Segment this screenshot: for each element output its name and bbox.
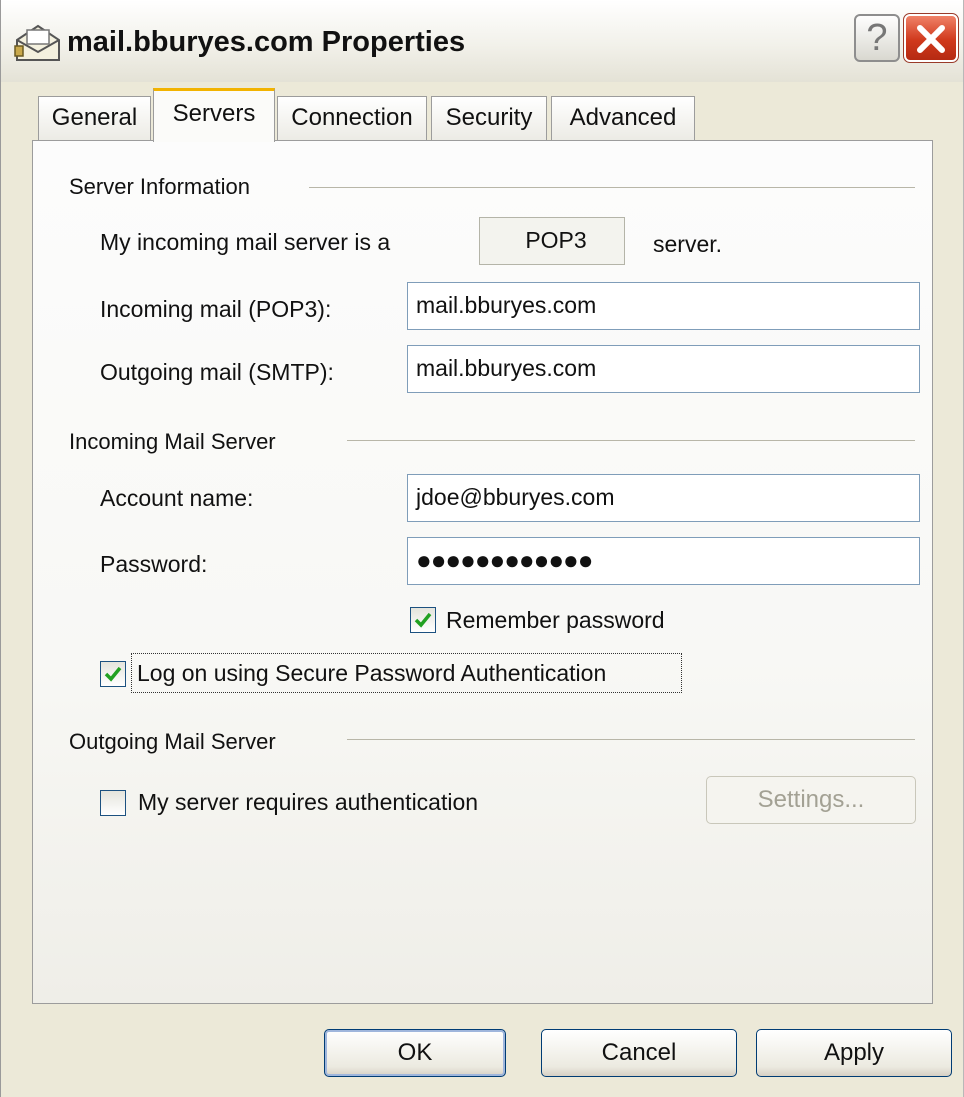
spa-checkbox[interactable] [100, 661, 126, 687]
group-divider [347, 739, 915, 740]
account-name-label: Account name: [100, 485, 254, 511]
password-value: ●●●●●●●●●●●● [416, 545, 593, 575]
remember-password-label[interactable]: Remember password [446, 607, 665, 634]
account-name-value: jdoe@bburyes.com [416, 484, 615, 510]
apply-button[interactable]: Apply [756, 1029, 952, 1077]
incoming-mail-label: Incoming mail (POP3): [100, 296, 332, 322]
server-type-value: POP3 [525, 227, 587, 253]
title-bar[interactable]: mail.bburyes.com Properties ? [1, 0, 963, 82]
settings-button[interactable]: Settings... [706, 776, 916, 824]
account-name-field[interactable]: jdoe@bburyes.com [407, 474, 920, 522]
ok-button-label: OK [397, 1039, 433, 1066]
incoming-type-label: My incoming mail server is a [100, 229, 391, 255]
help-button[interactable]: ? [854, 14, 900, 62]
help-icon: ? [866, 17, 888, 59]
server-auth-label[interactable]: My server requires authentication [138, 789, 478, 816]
checkmark-icon [104, 666, 122, 682]
spa-label[interactable]: Log on using Secure Password Authenticat… [137, 660, 606, 687]
cancel-button-label: Cancel [601, 1039, 677, 1066]
password-label: Password: [100, 551, 208, 577]
outgoing-mail-label: Outgoing mail (SMTP): [100, 359, 334, 385]
server-information-heading: Server Information [69, 174, 250, 199]
remember-password-checkbox[interactable] [410, 607, 436, 633]
tab-connection[interactable]: Connection [277, 96, 427, 140]
outgoing-server-heading: Outgoing Mail Server [69, 729, 276, 754]
outgoing-mail-value: mail.bburyes.com [416, 355, 597, 381]
tab-label: Servers [172, 100, 256, 127]
ok-button[interactable]: OK [324, 1029, 506, 1077]
server-type-field: POP3 [479, 217, 625, 265]
tab-advanced[interactable]: Advanced [551, 96, 695, 140]
close-icon [917, 25, 945, 53]
tab-general[interactable]: General [38, 96, 151, 140]
server-auth-checkbox[interactable] [100, 790, 126, 816]
servers-tab-panel: Server Information My incoming mail serv… [32, 140, 933, 1004]
close-button[interactable] [903, 13, 959, 63]
checkmark-icon [414, 612, 432, 628]
tab-security[interactable]: Security [431, 96, 547, 140]
window-title: mail.bburyes.com Properties [67, 26, 466, 58]
tab-servers[interactable]: Servers [153, 88, 275, 142]
apply-button-label: Apply [823, 1039, 885, 1066]
mail-account-icon [13, 22, 63, 64]
password-field[interactable]: ●●●●●●●●●●●● [407, 537, 920, 585]
properties-dialog: mail.bburyes.com Properties ? General Se… [0, 0, 964, 1097]
tab-label: Security [445, 104, 533, 131]
tab-label: Connection [291, 104, 413, 131]
incoming-mail-field[interactable]: mail.bburyes.com [407, 282, 920, 330]
cancel-button[interactable]: Cancel [541, 1029, 737, 1077]
incoming-server-heading: Incoming Mail Server [69, 429, 276, 454]
server-suffix-label: server. [653, 231, 723, 257]
outgoing-mail-field[interactable]: mail.bburyes.com [407, 345, 920, 393]
tab-label: General [51, 104, 138, 131]
incoming-mail-value: mail.bburyes.com [416, 292, 597, 318]
group-divider [347, 440, 915, 441]
tab-label: Advanced [569, 104, 677, 131]
group-divider [309, 187, 915, 188]
settings-button-label: Settings... [757, 786, 865, 813]
